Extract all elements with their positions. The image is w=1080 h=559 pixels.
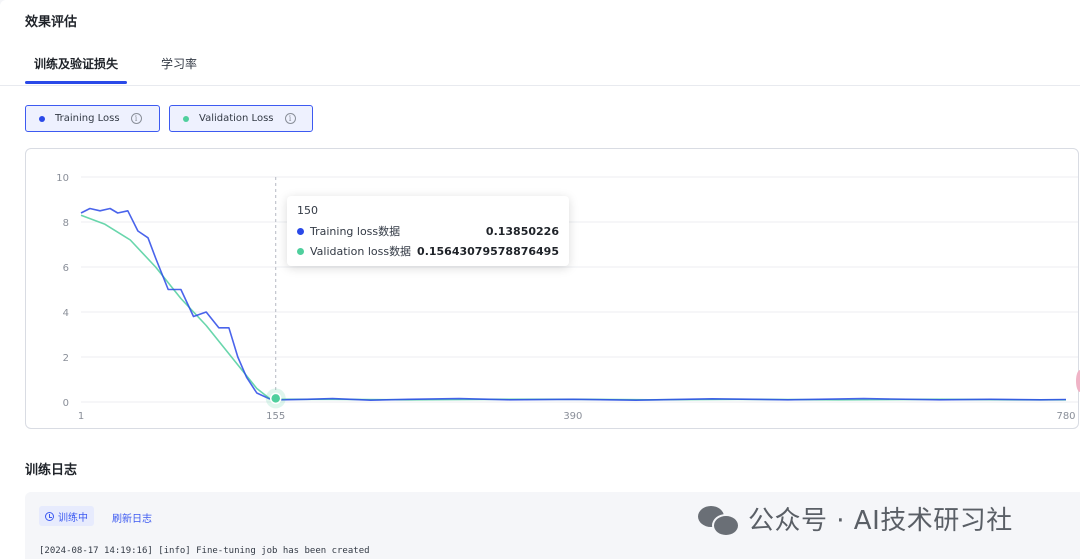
tab-learning-rate[interactable]: 学习率	[161, 55, 197, 72]
y-tick-label: 4	[63, 308, 69, 319]
x-tick-label: 780	[1056, 411, 1075, 422]
watermark: 公众号 · AI技术研习社	[698, 498, 1013, 538]
chart-tooltip: 150 Training loss数据 0.13850226 Validatio…	[287, 196, 569, 266]
tab-loss[interactable]: 训练及验证损失	[34, 55, 118, 72]
status-label: 训练中	[58, 512, 88, 524]
loss-chart-svg: 0 2 4 6 8 10 1 155 390 780	[56, 173, 1078, 422]
series-line	[80, 214, 1066, 401]
floating-edge-widget[interactable]	[1076, 370, 1080, 392]
series-line	[80, 207, 1067, 401]
tooltip-row-validation: Validation loss数据 0.15643079578876495	[297, 243, 559, 259]
tooltip-step: 150	[297, 204, 318, 217]
hover-point	[269, 392, 282, 405]
section-title: 效果评估	[25, 15, 78, 30]
validation-loss-dot	[183, 115, 189, 122]
tooltip-value-validation: 0.15643079578876495	[417, 244, 559, 258]
x-tick-label: 390	[563, 411, 582, 422]
y-tick-label: 2	[63, 353, 69, 364]
tooltip-label-training: Training loss数据	[310, 225, 401, 238]
x-tick-label: 155	[266, 411, 285, 422]
legend-validation-loss[interactable]: Validation Loss i	[169, 105, 313, 132]
loss-chart[interactable]: 0 2 4 6 8 10 1 155 390 780	[25, 148, 1079, 429]
x-tick-label: 1	[78, 411, 84, 422]
info-icon[interactable]: i	[284, 113, 296, 124]
tooltip-label-validation: Validation loss数据	[310, 245, 412, 258]
info-icon[interactable]: i	[130, 113, 142, 124]
legend-label-validation: Validation Loss	[199, 113, 274, 124]
tooltip-value-training: 0.13850226	[485, 224, 559, 238]
status-badge: 训练中	[39, 506, 94, 526]
watermark-text: 公众号 · AI技术研习社	[748, 505, 1013, 536]
y-tick-label: 10	[56, 173, 69, 184]
log-title: 训练日志	[25, 463, 78, 478]
wechat-icon	[698, 502, 740, 537]
training-loss-dot	[39, 115, 45, 122]
log-line: [2024-08-17 14:19:16] [info] Fine-tuning…	[39, 546, 370, 556]
y-tick-label: 0	[63, 398, 69, 409]
legend-training-loss[interactable]: Training Loss i	[25, 105, 160, 132]
tooltip-row-training: Training loss数据 0.13850226	[297, 223, 559, 239]
tab-active-indicator	[25, 81, 127, 84]
validation-dot	[297, 247, 304, 255]
y-tick-label: 8	[63, 218, 69, 229]
clock-icon	[45, 511, 54, 521]
training-dot	[297, 227, 304, 235]
refresh-log-link[interactable]: 刷新日志	[112, 510, 152, 525]
legend-label-training: Training Loss	[55, 113, 120, 124]
evaluation-card: 效果评估 训练及验证损失 学习率 Training Loss i Validat…	[0, 0, 1080, 559]
tab-bar: 训练及验证损失 学习率	[0, 50, 1080, 86]
y-tick-label: 6	[63, 263, 69, 274]
